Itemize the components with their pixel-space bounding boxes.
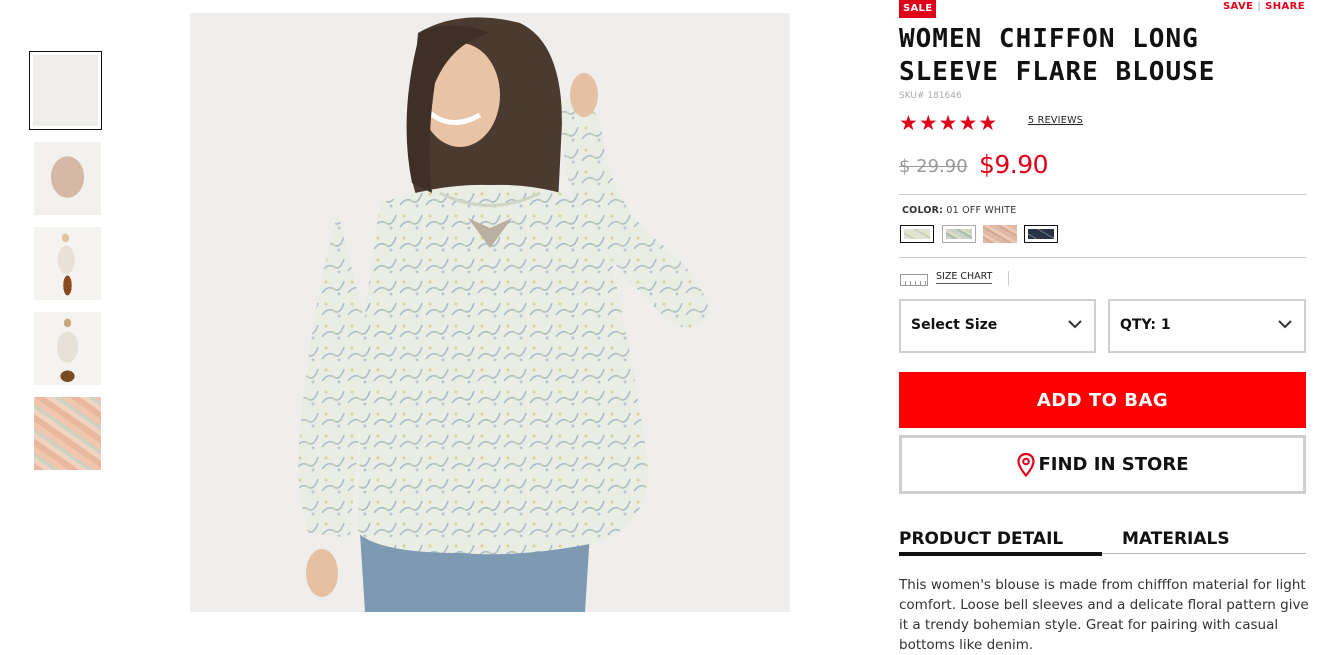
product-description: This women's blouse is made from chifffo…: [899, 577, 1309, 653]
chevron-down-icon: [1278, 320, 1292, 329]
star-icon: ★: [899, 111, 918, 135]
product-sku: SKU# 181646: [899, 91, 962, 101]
size-select[interactable]: Select Size: [899, 299, 1096, 353]
thumbnail-fabric-detail[interactable]: [34, 397, 101, 470]
share-link[interactable]: SHARE: [1265, 1, 1305, 12]
star-icon: ★: [938, 111, 958, 135]
size-select-label: Select Size: [911, 317, 998, 333]
tab-product-detail[interactable]: PRODUCT DETAIL: [899, 529, 1063, 549]
divider: [899, 194, 1306, 195]
product-title: WOMEN CHIFFON LONG SLEEVE FLARE BLOUSE: [899, 24, 1216, 87]
color-value: 01 OFF WHITE: [946, 205, 1017, 216]
color-label-key: COLOR:: [902, 205, 944, 216]
action-separator: |: [1257, 1, 1262, 12]
main-product-image: [190, 13, 790, 612]
thumbnail-side-model[interactable]: [34, 227, 101, 300]
swatch-off-white[interactable]: [900, 225, 934, 243]
find-in-store-content: FIND IN STORE: [902, 452, 1303, 477]
star-icon: ★: [978, 111, 998, 135]
chevron-down-icon: [1068, 320, 1082, 329]
tab-active-indicator: [899, 552, 1102, 556]
quantity-select-label: QTY: 1: [1120, 317, 1171, 333]
original-price: $ 29.90: [899, 156, 968, 177]
sale-badge: SALE: [899, 0, 937, 18]
add-to-bag-button[interactable]: ADD TO BAG: [899, 372, 1306, 428]
star-rating: ★★★★★: [899, 112, 998, 134]
save-link[interactable]: SAVE: [1223, 1, 1253, 12]
divider: [1008, 271, 1009, 286]
save-share-actions: SAVE | SHARE: [1223, 1, 1305, 12]
star-icon: ★: [958, 111, 978, 135]
ruler-icon: [900, 274, 928, 286]
tab-materials[interactable]: MATERIALS: [1122, 529, 1230, 549]
quantity-select[interactable]: QTY: 1: [1108, 299, 1306, 353]
swatch-light-green[interactable]: [942, 225, 976, 243]
swatch-pink[interactable]: [983, 225, 1017, 243]
thumbnail-back-model[interactable]: [34, 312, 101, 385]
find-in-store-label: FIND IN STORE: [1038, 454, 1189, 475]
size-chart-link[interactable]: SIZE CHART: [936, 271, 993, 284]
thumbnail-flat-blouse[interactable]: [34, 142, 101, 215]
location-pin-icon: [1016, 452, 1035, 477]
reviews-link[interactable]: 5 REVIEWS: [1028, 115, 1083, 126]
star-icon: ★: [918, 111, 938, 135]
swatch-navy[interactable]: [1024, 225, 1058, 243]
color-label: COLOR: 01 OFF WHITE: [902, 205, 1016, 216]
divider: [899, 257, 1306, 258]
find-in-store-button[interactable]: FIND IN STORE: [899, 435, 1306, 494]
sale-price: $9.90: [979, 150, 1049, 179]
thumbnail-front-model[interactable]: [29, 51, 102, 130]
